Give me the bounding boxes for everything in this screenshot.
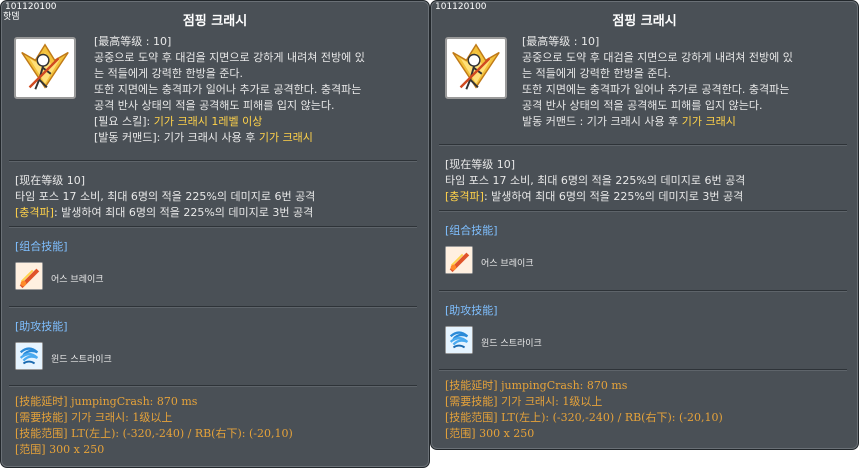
desc-line: 또한 지면에는 충격파가 일어나 추가로 공격한다. 충격파는	[522, 83, 790, 96]
combo-skill-header: [组合技能]	[445, 224, 498, 237]
max-level: [最高等级 : 10]	[94, 35, 172, 48]
desc-line: 공격 반사 상태의 적을 공격해도 피해를 입지 않는다.	[94, 99, 335, 112]
earth-break-icon[interactable]	[445, 246, 473, 274]
command-label: [발동 커맨드]: 기가 크래시 사용 후	[94, 131, 259, 144]
current-effect: 타임 포스 17 소비, 최대 6명의 적을 225%의 데미지로 6번 공격	[15, 190, 316, 203]
required-skill-label: [필요 스킬]:	[94, 115, 154, 128]
skill-title: 점핑 크래시	[182, 14, 248, 29]
shockwave-effect: [충격파]: 발생하여 최대 6명의 적을 225%의 데미지로 3번 공격	[445, 189, 743, 205]
desc-line: 공격 반사 상태의 적을 공격해도 피해를 입지 않는다.	[522, 99, 763, 112]
max-level: [最高等级 : 10]	[522, 35, 600, 48]
combo-skill-name: 어스 브레이크	[481, 259, 534, 269]
skill-tooltip-panel-2: 101120100 점핑 크래시 [最高等级 : 10] 공중으로 도약 후 대…	[430, 0, 859, 450]
required-skill: [需要技能] 기가 크래시: 1级以上	[445, 395, 603, 408]
combo-skill-header: [组合技能]	[15, 240, 68, 253]
shockwave-value: : 발생하여 최대 6명의 적을 225%의 데미지로 3번 공격	[483, 190, 744, 203]
divider	[439, 144, 847, 146]
required-skill-value: 기가 크래시 1레벨 이상	[153, 115, 263, 128]
skill-delay: [技能延时] jumpingCrash: 870 ms	[15, 395, 198, 408]
skill-description: [最高等级 : 10] 공중으로 도약 후 대검을 지면으로 강하게 내려쳐 전…	[94, 34, 424, 146]
desc-line: 공중으로 도약 후 대검을 지면으로 강하게 내려쳐 전방에 있	[522, 51, 793, 64]
shockwave-label: [충격파]	[15, 206, 54, 219]
current-level: [现在等级 10]	[15, 174, 86, 187]
required-skill: [需要技能] 기가 크래시: 1级以上	[15, 411, 173, 424]
command-line: 발동 커맨드 : 기가 크래시 사용 후 기가 크래시	[522, 114, 852, 130]
skill-range-lt-rb: [技能范围] LT(左上): (-320,-240) / RB(右下): (-2…	[445, 411, 723, 424]
earth-break-icon[interactable]	[15, 262, 43, 290]
desc-line: 는 적들에게 강력한 한방을 준다.	[522, 67, 672, 80]
divider	[9, 306, 417, 308]
skill-range: [范围] 300 x 250	[15, 443, 105, 456]
command-value: 기가 크래시	[258, 131, 313, 144]
divider	[439, 290, 847, 292]
divider	[9, 160, 417, 162]
wind-strike-icon[interactable]	[445, 326, 473, 354]
combo-skill-name: 어스 브레이크	[51, 275, 104, 285]
wind-strike-icon[interactable]	[15, 342, 43, 370]
skill-delay: [技能延时] jumpingCrash: 870 ms	[445, 379, 628, 392]
assist-skill-name: 윈드 스트라이크	[51, 355, 112, 365]
jumping-crash-icon	[445, 37, 507, 99]
divider	[439, 210, 847, 212]
divider	[9, 385, 417, 387]
command-value: 기가 크래시	[681, 115, 736, 128]
skill-range-lt-rb: [技能范围] LT(左上): (-320,-240) / RB(右下): (-2…	[15, 427, 293, 440]
divider	[439, 369, 847, 371]
command-line: [발동 커맨드]: 기가 크래시 사용 후 기가 크래시	[94, 130, 424, 146]
desc-line: 공중으로 도약 후 대검을 지면으로 강하게 내려쳐 전방에 있	[94, 51, 365, 64]
skill-description: [最高等级 : 10] 공중으로 도약 후 대검을 지면으로 강하게 내려쳐 전…	[522, 34, 852, 130]
assist-skill-name: 윈드 스트라이크	[481, 339, 542, 349]
current-effect: 타임 포스 17 소비, 최대 6명의 적을 225%의 데미지로 6번 공격	[445, 174, 746, 187]
divider	[9, 226, 417, 228]
shockwave-value: : 발생하여 최대 6명의 적을 225%의 데미지로 3번 공격	[53, 206, 314, 219]
skill-tooltip-panel-1: 101120100 핫뎀 점핑 크래시 [最高等级 : 10] 공중으로 도약 …	[0, 0, 430, 468]
jumping-crash-icon	[14, 37, 76, 99]
desc-line: 는 적들에게 강력한 한방을 준다.	[94, 67, 244, 80]
current-level: [现在等级 10]	[445, 158, 516, 171]
shockwave-label: [충격파]	[445, 190, 484, 203]
shockwave-effect: [충격파]: 발생하여 최대 6명의 적을 225%의 데미지로 3번 공격	[15, 205, 313, 221]
assist-skill-header: [助攻技能]	[15, 320, 68, 333]
assist-skill-header: [助攻技能]	[445, 304, 498, 317]
desc-line: 또한 지면에는 충격파가 일어나 추가로 공격한다. 충격파는	[94, 83, 362, 96]
required-skill-line: [필요 스킬]: 기가 크래시 1레벨 이상	[94, 114, 424, 130]
skill-title: 점핑 크래시	[612, 14, 677, 29]
command-label: 발동 커맨드 : 기가 크래시 사용 후	[522, 115, 682, 128]
skill-range: [范围] 300 x 250	[445, 427, 535, 440]
